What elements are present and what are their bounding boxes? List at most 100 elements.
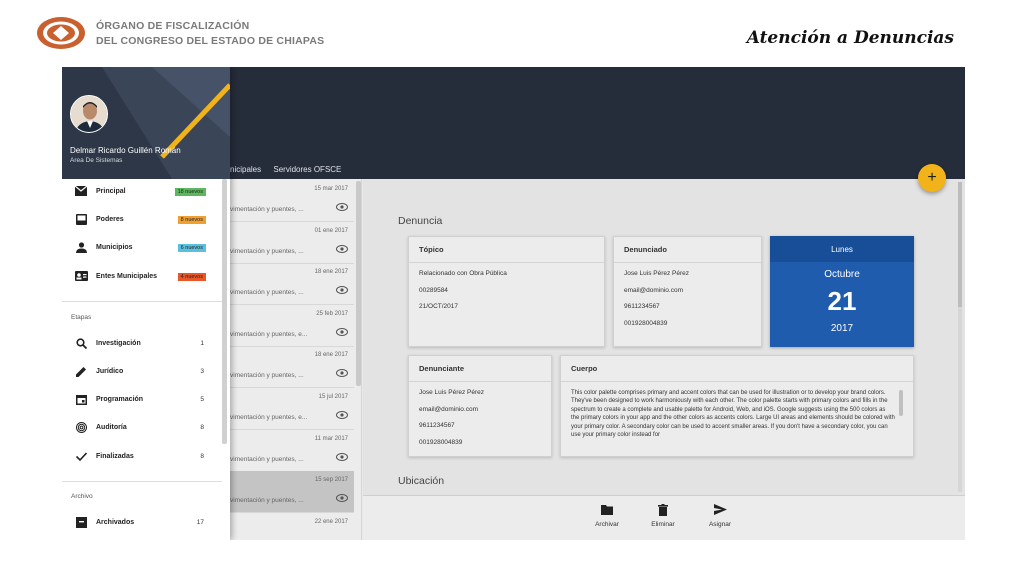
message-snippet: vimentación y puentes, e... <box>230 330 308 338</box>
drawer-item-label: Jurídico <box>96 368 124 375</box>
drawer-item-investigacion[interactable]: Investigación 1 <box>62 335 222 355</box>
eye-icon[interactable] <box>336 452 348 464</box>
date-weekday: Lunes <box>770 236 914 262</box>
new-items-badge: 18 nuevos <box>174 188 206 196</box>
drawer-scrollbar[interactable] <box>222 179 227 444</box>
card-cuerpo: Cuerpo This color palette comprises prim… <box>560 355 914 457</box>
drawer-item-label: Programación <box>96 396 144 403</box>
eye-icon[interactable] <box>336 244 348 256</box>
card-topico-line: 00289584 <box>419 286 448 294</box>
drawer-item-programacion[interactable]: Programación 5 <box>62 391 222 411</box>
org-logo <box>37 17 85 49</box>
new-items-badge: 6 nuevos <box>177 244 206 252</box>
tab-servidores-ofsce[interactable]: Servidores OFSCE <box>273 165 341 174</box>
eye-icon[interactable] <box>336 202 348 214</box>
card-cuerpo-title: Cuerpo <box>561 356 913 382</box>
archive-box-icon <box>74 517 88 531</box>
card-cuerpo-text: This color palette comprises primary and… <box>571 390 895 439</box>
drawer-item-finalizadas[interactable]: Finalizadas 8 <box>62 448 222 468</box>
send-icon <box>700 504 740 518</box>
drawer-item-entes-municipales[interactable]: Entes Municipales 4 nuevos <box>62 268 222 288</box>
drawer-item-label: Finalizadas <box>96 453 134 460</box>
card-denunciado-line: Jose Luis Pérez Pérez <box>624 270 690 277</box>
eye-icon[interactable] <box>336 368 348 380</box>
drawer-item-label: Municipios <box>96 244 133 251</box>
date-day-number: 21 <box>827 286 857 316</box>
drawer-item-label: Entes Municipales <box>96 273 158 280</box>
message-snippet: vimentación y puentes, ... <box>230 289 304 297</box>
message-date: 15 sep 2017 <box>314 477 348 484</box>
tab-municipales[interactable]: nicipales <box>230 165 261 174</box>
drawer-header: Delmar Ricardo Guillén Román Area De Sis… <box>62 67 230 179</box>
drawer-item-label: Principal <box>96 188 126 195</box>
item-count: 3 <box>200 368 204 375</box>
eye-icon[interactable] <box>336 410 348 422</box>
eliminar-button[interactable]: Eliminar <box>643 504 683 528</box>
drawer-divider <box>62 301 222 302</box>
drawer-section-archivo: Archivo <box>71 493 93 500</box>
card-denunciante-line: email@dominio.com <box>419 405 478 413</box>
message-date: 18 ene 2017 <box>314 352 348 359</box>
message-date: 11 mar 2017 <box>314 435 348 442</box>
item-count: 17 <box>196 519 204 526</box>
drawer-item-poderes[interactable]: Poderes 8 nuevos <box>62 211 222 231</box>
contact-card-icon <box>74 271 88 285</box>
card-denunciado-line: 001928004839 <box>624 319 668 327</box>
item-count: 1 <box>200 340 204 347</box>
card-topico-title: Tópico <box>409 237 604 263</box>
message-snippet: vimentación y puentes, ... <box>230 372 304 380</box>
eye-icon[interactable] <box>336 285 348 297</box>
card-denunciado-title: Denunciado <box>614 237 761 263</box>
avatar[interactable] <box>70 95 108 133</box>
drawer-item-principal[interactable]: Principal 18 nuevos <box>62 183 222 203</box>
trash-icon <box>643 504 683 518</box>
card-denunciado-line: email@dominio.com <box>624 286 683 294</box>
new-items-badge: 8 nuevos <box>177 216 206 224</box>
org-name-line1: ÓRGANO DE FISCALIZACIÓN <box>96 20 250 32</box>
item-count: 8 <box>200 453 204 460</box>
message-list-scrollbar[interactable] <box>356 181 361 386</box>
message-date: 15 jul 2017 <box>318 394 348 400</box>
archivar-button[interactable]: Archivar <box>587 504 627 528</box>
org-name: ÓRGANO DE FISCALIZACIÓN DEL CONGRESO DEL… <box>96 19 324 49</box>
card-denunciante-line: 9611234567 <box>419 422 455 429</box>
app-window: nicipales Servidores OFSCE 15 mar 2017 vi… <box>62 67 965 540</box>
check-icon <box>74 451 88 465</box>
drawer-item-archivados[interactable]: Archivados 17 <box>62 514 222 534</box>
eliminar-label: Eliminar <box>651 521 675 528</box>
pencil-icon <box>74 366 88 380</box>
calendar-icon <box>74 394 88 408</box>
fingerprint-icon <box>74 422 88 436</box>
card-cuerpo-scrollbar[interactable] <box>899 390 903 416</box>
user-area: Area De Sistemas <box>70 157 123 164</box>
message-date: 18 ene 2017 <box>314 269 348 276</box>
slide: ÓRGANO DE FISCALIZACIÓN DEL CONGRESO DEL… <box>0 0 1024 576</box>
eye-icon[interactable] <box>336 327 348 339</box>
card-topico-line: Relacionado con Obra Pública <box>419 270 507 277</box>
detail-panel: Denuncia Tópico Relacionado con Obra Púb… <box>363 179 965 540</box>
eye-icon[interactable] <box>336 493 348 505</box>
drawer-item-municipios[interactable]: Municipios 6 nuevos <box>62 239 222 259</box>
message-snippet: vimentación y puentes, ... <box>230 455 304 463</box>
card-topico-line: 21/OCT/2017 <box>419 303 459 310</box>
drawer-item-auditoria[interactable]: Auditoría 8 <box>62 419 222 439</box>
item-count: 5 <box>200 396 204 403</box>
section-title-ubicacion: Ubicación <box>398 475 445 487</box>
add-fab-button[interactable]: + <box>918 164 946 192</box>
card-topico: Tópico Relacionado con Obra Pública 0028… <box>408 236 605 347</box>
asignar-button[interactable]: Asignar <box>700 504 740 528</box>
card-denunciante-line: Jose Luis Pérez Pérez <box>419 389 485 396</box>
mail-icon <box>74 185 88 200</box>
drawer-item-juridico[interactable]: Jurídico 3 <box>62 363 222 383</box>
card-denunciante-title: Denunciante <box>409 356 551 382</box>
message-snippet: vimentación y puentes, ... <box>230 206 304 213</box>
detail-scrollbar[interactable] <box>958 182 962 307</box>
message-snippet: vimentación y puentes, ... <box>230 247 304 255</box>
folder-icon <box>587 504 627 518</box>
item-count: 8 <box>200 424 204 431</box>
card-denunciante-line: 001928004839 <box>419 438 463 446</box>
message-date: 25 feb 2017 <box>316 310 348 317</box>
drawer-item-label: Poderes <box>96 216 124 223</box>
action-bar: Archivar Eliminar Asignar <box>363 495 965 540</box>
card-denunciado: Denunciado Jose Luis Pérez Pérez email@d… <box>613 236 762 347</box>
